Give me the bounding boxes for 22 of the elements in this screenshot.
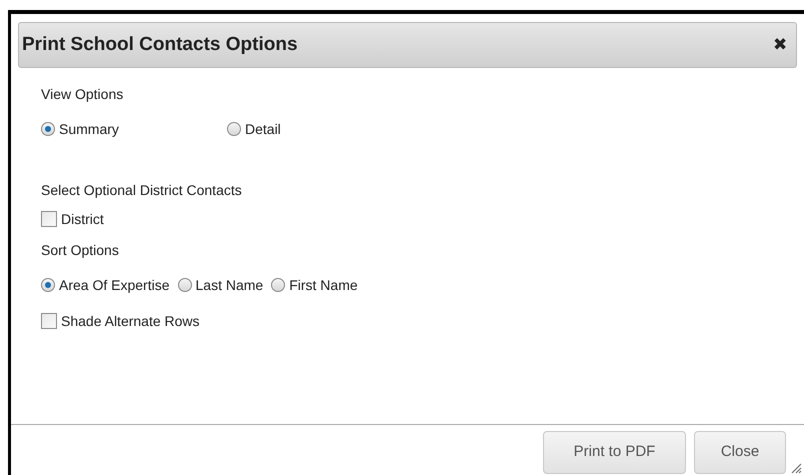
radio-button[interactable]: [178, 278, 192, 292]
option-label: Shade Alternate Rows: [61, 312, 200, 330]
option-label: Summary: [59, 120, 119, 139]
radio-button[interactable]: [41, 122, 55, 136]
checkbox[interactable]: [41, 211, 57, 227]
radio-button[interactable]: [227, 122, 241, 136]
checkbox[interactable]: [41, 313, 57, 329]
section-label: Select Optional District Contacts: [41, 181, 243, 200]
dialog-button[interactable]: Close: [694, 431, 786, 474]
section-label: View Options: [41, 85, 124, 104]
radio-button[interactable]: [271, 278, 286, 292]
radio-button[interactable]: [41, 278, 55, 292]
dialog-button[interactable]: Print to PDF: [543, 431, 686, 474]
section-label: Sort Options: [41, 241, 120, 260]
option-label: Detail: [245, 120, 281, 138]
dialog-title: Print School Contacts Options: [22, 32, 298, 57]
option-label: Last Name: [196, 276, 264, 294]
option-label: District: [61, 210, 104, 228]
option-label: Area Of Expertise: [59, 276, 170, 295]
option-label: First Name: [289, 276, 358, 294]
resize-grip-icon[interactable]: [790, 462, 802, 474]
close-icon[interactable]: ✖: [773, 32, 787, 58]
